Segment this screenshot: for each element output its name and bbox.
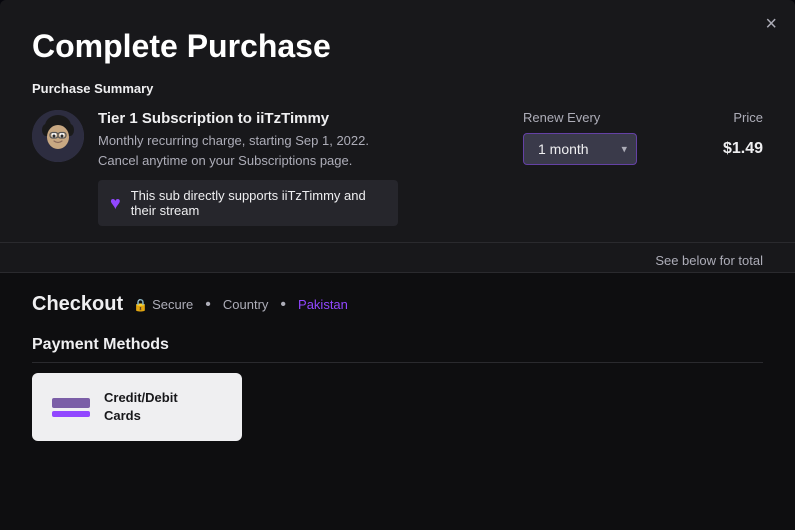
renew-price-section: Renew Every Price 1 month 3 months 6 mon…	[523, 110, 763, 165]
support-badge: ♥ This sub directly supports iiTzTimmy a…	[98, 180, 398, 226]
subscription-description: Monthly recurring charge, starting Sep 1…	[98, 131, 523, 170]
payment-option-label: Credit/DebitCards	[104, 389, 178, 425]
checkout-title: Checkout	[32, 293, 123, 316]
summary-left: Tier 1 Subscription to iiTzTimmy Monthly…	[32, 110, 523, 226]
secure-label: Secure	[152, 297, 193, 312]
support-text: This sub directly supports iiTzTimmy and…	[131, 188, 386, 218]
renew-every-label: Renew Every	[523, 110, 600, 125]
price-value: $1.49	[703, 140, 763, 158]
lock-icon: 🔒	[133, 298, 148, 312]
avatar	[32, 110, 84, 162]
separator-dot-2: •	[280, 296, 286, 314]
close-button[interactable]: ×	[765, 14, 777, 34]
summary-right: Renew Every Price 1 month 3 months 6 mon…	[523, 110, 763, 165]
card-icon-top	[52, 398, 90, 408]
modal-overlay: × Complete Purchase Purchase Summary	[0, 0, 795, 530]
separator-dot: •	[205, 296, 211, 314]
sub-info: Tier 1 Subscription to iiTzTimmy Monthly…	[98, 110, 523, 226]
payment-option-credit-debit[interactable]: Credit/DebitCards	[32, 373, 242, 441]
price-column-label: Price	[733, 110, 763, 125]
heart-icon: ♥	[110, 193, 121, 214]
summary-row: Tier 1 Subscription to iiTzTimmy Monthly…	[32, 110, 763, 226]
purchase-summary-label: Purchase Summary	[32, 81, 763, 96]
card-icon-stripe	[52, 411, 90, 417]
purchase-summary-section: Purchase Summary	[0, 81, 795, 243]
modal: × Complete Purchase Purchase Summary	[0, 0, 795, 530]
country-link[interactable]: Pakistan	[298, 297, 348, 312]
checkout-section: Checkout 🔒 Secure • Country • Pakistan P…	[0, 272, 795, 530]
see-below-label: See below for total	[0, 243, 795, 272]
card-icon	[52, 398, 90, 417]
secure-badge: 🔒 Secure	[133, 297, 193, 312]
month-dropdown-wrapper[interactable]: 1 month 3 months 6 months 12 months ▾	[523, 133, 637, 165]
modal-title: Complete Purchase	[0, 0, 795, 81]
subscription-title: Tier 1 Subscription to iiTzTimmy	[98, 110, 523, 127]
month-dropdown[interactable]: 1 month 3 months 6 months 12 months	[523, 133, 637, 165]
checkout-header: Checkout 🔒 Secure • Country • Pakistan	[32, 293, 763, 316]
country-label: Country	[223, 297, 269, 312]
payment-methods-label: Payment Methods	[32, 336, 763, 363]
